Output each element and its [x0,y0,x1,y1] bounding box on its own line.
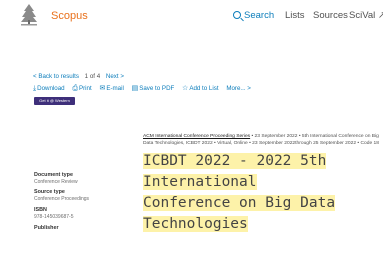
star-icon: ☆ [182,85,189,92]
envelope-icon: ✉ [99,85,106,92]
source-details: Data Technologies, ICBDT 2022 • Virtual,… [143,141,379,146]
add-to-list-button[interactable]: ☆Add to List [182,85,219,92]
search-nav-link[interactable]: Search [233,10,274,21]
email-label: E-mail [106,85,124,92]
lists-nav-link[interactable]: Lists [285,10,305,21]
scival-nav-link[interactable]: SciVal ↗ [349,10,383,21]
elsevier-logo-icon [18,2,40,28]
result-position: 1 of 4 [84,73,101,80]
search-icon [233,11,241,19]
sources-nav-link[interactable]: Sources [313,10,348,21]
add-to-list-label: Add to List [189,85,219,92]
isbn-value: 978-145039687-5 [34,214,74,220]
save-pdf-button[interactable]: ▤Save to PDF [132,85,175,92]
print-button[interactable]: ⎙Print [72,85,91,92]
series-details: • 23 September 2022 • 5th International … [250,134,379,139]
save-pdf-label: Save to PDF [139,85,175,92]
download-icon: ⤓ [33,85,37,92]
result-navigation: < Back to results 1 of 4 Next > [33,73,124,80]
printer-icon: ⎙ [72,85,78,92]
back-to-results-link[interactable]: < Back to results [33,73,79,80]
download-label: Download [37,85,65,92]
get-it-button[interactable]: Get it @ Western [34,97,75,105]
print-label: Print [78,85,92,92]
more-button[interactable]: More... > [226,85,251,92]
document-type-label: Document type [34,172,73,178]
source-series: ACM International Conference Proceeding … [143,134,379,139]
series-link[interactable]: ACM International Conference Proceeding … [143,134,250,139]
download-button[interactable]: ⤓Download [33,85,65,92]
search-label: Search [244,10,275,21]
next-result-link[interactable]: Next > [106,73,124,80]
document-type-value: Conference Review [34,179,78,185]
title-line-2: Conference on Big Data Technologies [143,195,336,232]
document-title: ICBDT 2022 - 2022 5th International Conf… [143,151,383,235]
email-button[interactable]: ✉E-mail [99,85,123,92]
isbn-label: ISBN [34,207,47,213]
document-actions: ⤓Download ⎙Print ✉E-mail ▤Save to PDF ☆A… [33,84,257,93]
publisher-label: Publisher [34,225,59,231]
pdf-icon: ▤ [131,85,139,92]
source-type-label: Source type [34,189,65,195]
scopus-brand[interactable]: Scopus [51,10,88,22]
title-line-1: ICBDT 2022 - 2022 5th International [143,153,327,190]
source-type-value: Conference Proceedings [34,196,90,202]
